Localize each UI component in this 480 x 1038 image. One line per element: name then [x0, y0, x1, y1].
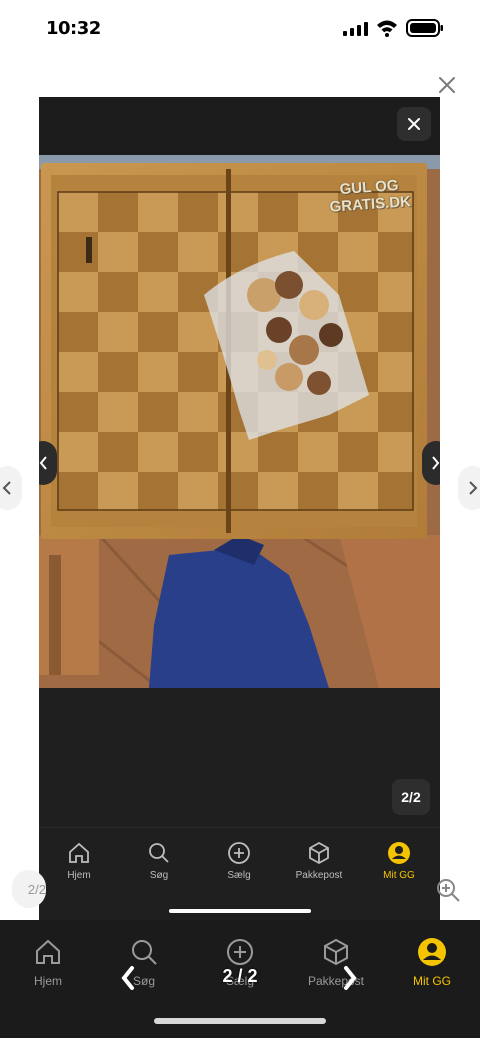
listing-photo	[39, 155, 440, 688]
watermark: GUL OG GRATIS.DK	[328, 176, 411, 216]
inner-tab-bar: Hjem Søg Sælg Pakkepost Mit GG	[39, 827, 440, 920]
battery-icon	[406, 19, 443, 37]
next-image-button[interactable]	[458, 466, 480, 510]
package-icon	[309, 841, 329, 865]
image-counter-badge: 2/2	[392, 779, 430, 815]
wifi-icon	[377, 20, 397, 37]
outer-tab-bar: Hjem Søg Sælg Pakkepost Mit GG 2 / 2	[0, 920, 480, 1038]
home-icon	[69, 842, 89, 863]
outer-image-pager: 2 / 2	[0, 960, 480, 996]
zoom-icon[interactable]	[432, 874, 464, 906]
tab-label: Mit GG	[383, 870, 415, 881]
viewer-header	[39, 97, 440, 155]
tab-hjem[interactable]: Hjem	[39, 840, 119, 888]
chevron-right-icon	[469, 481, 478, 495]
profile-icon	[388, 842, 410, 864]
home-indicator	[169, 909, 311, 913]
search-icon	[149, 843, 169, 863]
tab-soeg[interactable]: Søg	[119, 840, 199, 888]
viewer-close-button[interactable]	[397, 107, 431, 141]
chevron-left-icon[interactable]	[118, 964, 138, 992]
image-viewer-modal: GUL OG GRATIS.DK 2/2 Hjem Søg Sælg Pakke…	[39, 97, 440, 920]
chevron-left-icon	[2, 481, 11, 495]
background-pager: 2/2	[12, 870, 46, 908]
chevron-left-icon	[39, 456, 47, 470]
tab-label: Hjem	[67, 870, 91, 881]
home-indicator	[154, 1018, 326, 1024]
plus-circle-icon	[228, 842, 250, 864]
tab-label: Pakkepost	[295, 870, 343, 881]
status-bar: 10:32	[0, 0, 480, 58]
tab-saelg[interactable]: Sælg	[199, 840, 279, 888]
status-time: 10:32	[46, 18, 101, 39]
viewer-next-button[interactable]	[422, 441, 440, 485]
background-pager-text: 2/2	[27, 881, 46, 897]
viewer-previous-button[interactable]	[39, 441, 57, 485]
signal-icon	[343, 22, 368, 36]
previous-image-button[interactable]	[0, 466, 22, 510]
outer-pager-count: 2 / 2	[222, 966, 258, 986]
close-icon[interactable]	[435, 73, 459, 97]
tab-label: Sælg	[227, 870, 251, 881]
tab-mit-gg[interactable]: Mit GG	[359, 840, 439, 888]
chevron-right-icon[interactable]	[340, 964, 360, 992]
tab-pakkepost[interactable]: Pakkepost	[279, 840, 359, 888]
chevron-right-icon	[432, 456, 440, 470]
close-icon	[408, 118, 420, 130]
tab-label: Søg	[149, 870, 169, 881]
